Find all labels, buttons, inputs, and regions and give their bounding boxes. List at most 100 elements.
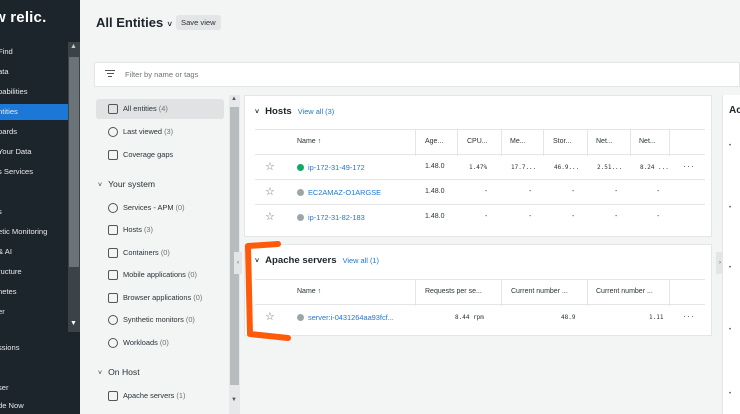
nav-scroll-thumb[interactable] <box>69 57 79 267</box>
hosts-header[interactable]: ˅ Hosts View all (3) <box>255 106 334 117</box>
activity-title: Ac <box>729 105 740 116</box>
column-header-network-in[interactable]: Net... <box>596 138 613 145</box>
host-name-link[interactable]: EC2AMAZ-O1ARGSE <box>308 188 381 197</box>
star-icon[interactable]: ☆ <box>265 310 275 323</box>
save-view-button[interactable]: Save view <box>176 15 221 30</box>
scroll-down-icon[interactable]: ▼ <box>231 397 237 403</box>
cell-age: 1.48.0 <box>425 163 445 170</box>
cell-cpu: 1.47% <box>469 164 488 171</box>
more-icon[interactable]: ··· <box>683 161 695 171</box>
side-item-mobile-applications[interactable]: Mobile applications (0) <box>96 265 224 285</box>
side-item-hosts[interactable]: Hosts (3) <box>96 220 224 240</box>
clock-icon <box>108 127 118 137</box>
side-item-browser-applications[interactable]: Browser applications (0) <box>96 288 224 308</box>
chevron-right-icon: › <box>719 260 721 266</box>
apache-view-all-link[interactable]: View all (1) <box>343 256 379 265</box>
workload-icon <box>108 338 118 348</box>
side-item-synthetic-monitors[interactable]: Synthetic monitors (0) <box>96 310 224 330</box>
collapse-sidebar-button[interactable]: ‹ <box>234 252 242 274</box>
status-dot <box>297 314 304 321</box>
star-icon[interactable]: ☆ <box>265 210 275 223</box>
nav-item-s[interactable]: s <box>0 204 66 220</box>
nav-item-kubernetes[interactable]: netes <box>0 284 66 300</box>
nav-item-infrastructure[interactable]: ructure <box>0 264 66 280</box>
nav-item-upgrade-now[interactable]: de Now <box>0 398 66 414</box>
nav-item-dashboards[interactable]: oards <box>0 124 66 140</box>
nav-item-capabilities[interactable]: pabilities <box>0 84 66 100</box>
nav-item-your-data[interactable]: Your Data <box>0 144 66 160</box>
column-divider <box>415 280 416 306</box>
star-icon[interactable]: ☆ <box>265 185 275 198</box>
nav-scroll-up-icon[interactable]: ▲ <box>70 43 77 50</box>
column-divider <box>457 130 458 156</box>
column-header-name[interactable]: Name ↑ <box>297 138 321 145</box>
more-icon[interactable]: ··· <box>683 311 695 321</box>
apache-header[interactable]: ˅ Apache servers View all (1) <box>255 255 379 266</box>
scroll-up-icon[interactable]: ▲ <box>231 96 237 102</box>
apache-server-link[interactable]: server:i-0431264aa93fcf... <box>308 313 394 322</box>
activity-bullet: • <box>729 265 732 271</box>
side-item-label: Apache servers <box>123 391 175 400</box>
side-item-label: Services - APM <box>123 203 174 212</box>
column-header-network-out[interactable]: Net... <box>639 138 656 145</box>
cell-memory: 17.7... <box>511 164 537 171</box>
side-item-services-apm[interactable]: Services - APM (0) <box>96 198 224 218</box>
side-item-last-viewed[interactable]: Last viewed (3) <box>96 122 224 142</box>
table-row[interactable]: ☆ EC2AMAZ-O1ARGSE 1.48.0 - - - - - <box>255 180 705 205</box>
group-your-system[interactable]: ˅ Your system <box>98 179 155 189</box>
table-row[interactable]: ☆ ip-172-31-49-172 1.48.0 1.47% 17.7... … <box>255 155 705 180</box>
column-divider <box>669 130 670 156</box>
nav-item-find[interactable]: Find <box>0 44 66 60</box>
star-icon[interactable]: ☆ <box>265 160 275 173</box>
host-icon <box>108 225 118 235</box>
host-name-link[interactable]: ip-172-31-82-183 <box>308 213 365 222</box>
side-item-coverage-gaps[interactable]: Coverage gaps <box>96 145 224 165</box>
column-header-current-1[interactable]: Current number ... <box>511 288 568 295</box>
nav-item-data[interactable]: ata <box>0 64 66 80</box>
cell-requests: 8.44 rpm <box>455 314 484 321</box>
group-on-host[interactable]: ˅ On Host <box>98 367 140 377</box>
column-header-requests[interactable]: Requests per se... <box>425 288 482 295</box>
nav-item-user[interactable]: ser <box>0 380 66 396</box>
side-item-all-entities[interactable]: All entities (4) <box>96 99 224 119</box>
nav-item-services[interactable]: s Services <box>0 164 66 180</box>
cell-age: 1.48.0 <box>425 213 445 220</box>
status-dot <box>297 164 304 171</box>
table-row[interactable]: ☆ ip-172-31-82-183 1.48.0 - - - - - <box>255 205 705 230</box>
caret-down-icon: ˅ <box>98 370 103 377</box>
caret-down-icon: ˅ <box>98 182 103 189</box>
nav-item-er[interactable]: er <box>0 304 66 320</box>
side-item-containers[interactable]: Containers (0) <box>96 243 224 263</box>
column-header-age[interactable]: Age... <box>425 138 443 145</box>
nav-item-entities[interactable]: ntities <box>0 104 68 120</box>
side-scroll-thumb[interactable] <box>230 107 239 385</box>
side-item-count: (0) <box>160 248 170 257</box>
side-item-label: Workloads <box>123 338 158 347</box>
status-dot <box>297 214 304 221</box>
page-title[interactable]: All Entities ˅ <box>96 15 172 30</box>
side-item-workloads[interactable]: Workloads (0) <box>96 333 224 353</box>
side-item-label: Mobile applications <box>123 270 186 279</box>
hosts-view-all-link[interactable]: View all (3) <box>298 107 334 116</box>
browser-icon <box>108 293 118 303</box>
column-header-storage[interactable]: Stor... <box>553 138 571 145</box>
column-header-name[interactable]: Name ↑ <box>297 288 321 295</box>
filter-bar[interactable]: Filter by name or tags <box>94 62 740 87</box>
column-header-memory[interactable]: Me... <box>510 138 526 145</box>
table-row[interactable]: ☆ server:i-0431264aa93fcf... 8.44 rpm 48… <box>255 305 705 330</box>
nav-item-ai[interactable]: & AI <box>0 244 66 260</box>
side-item-count: (0) <box>185 315 195 324</box>
side-item-apache-servers[interactable]: Apache servers (1) <box>96 386 224 406</box>
nav-item-sessions[interactable]: ssions <box>0 340 66 356</box>
filter-input[interactable]: Filter by name or tags <box>125 70 198 79</box>
cell-network-in: - <box>615 213 618 220</box>
activity-panel: Ac • • • • • <box>722 95 740 414</box>
side-item-count: (3) <box>143 225 154 234</box>
nav-item-synthetic-monitoring[interactable]: etic Monitoring <box>0 224 66 240</box>
column-header-current-2[interactable]: Current number ... <box>596 288 653 295</box>
column-header-cpu[interactable]: CPU... <box>467 138 488 145</box>
nav-scroll-down-icon[interactable]: ▼ <box>70 320 77 327</box>
side-item-label: Synthetic monitors <box>123 315 184 324</box>
caret-down-icon: ˅ <box>165 20 173 29</box>
host-name-link[interactable]: ip-172-31-49-172 <box>308 163 365 172</box>
